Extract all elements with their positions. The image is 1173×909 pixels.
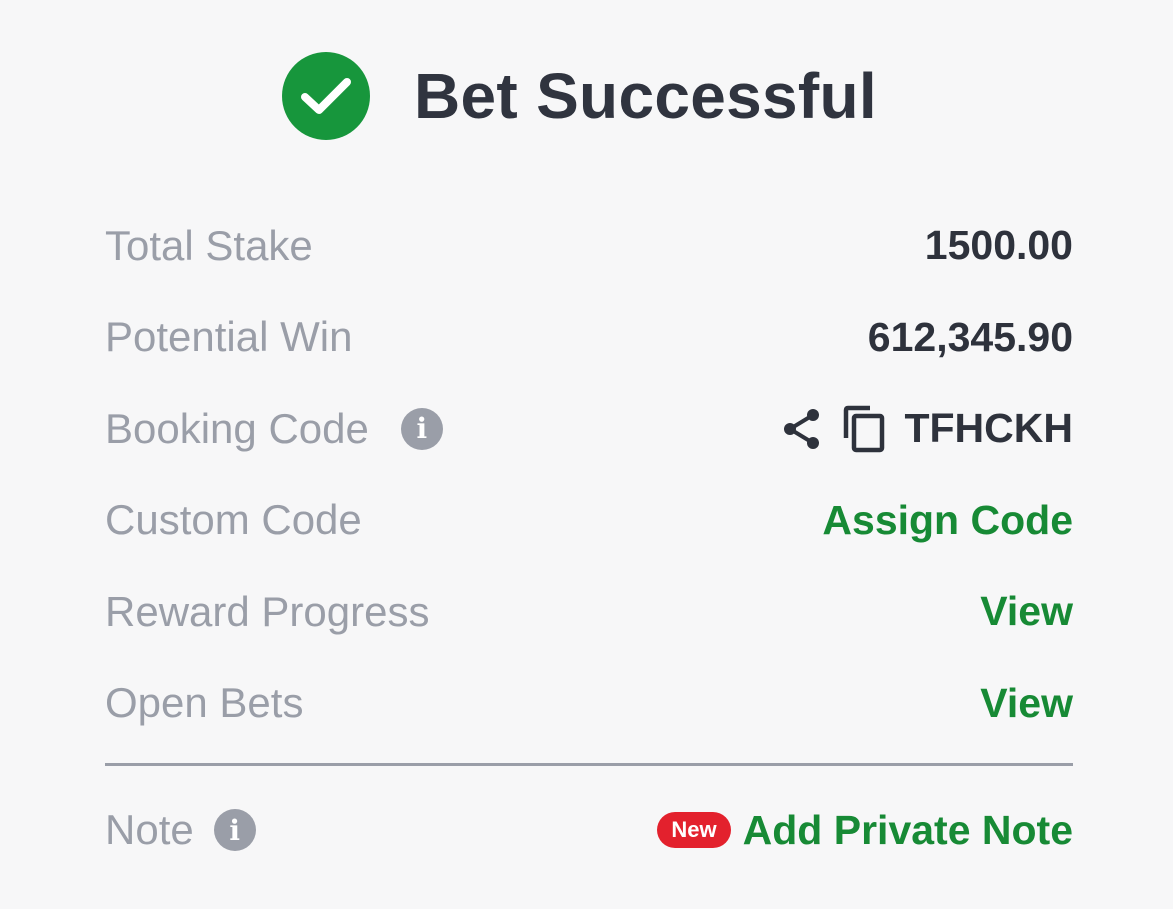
share-icon[interactable]: [780, 407, 824, 451]
booking-code-label-group: Booking Code i: [105, 405, 443, 453]
page-title: Bet Successful: [413, 60, 878, 132]
row-open-bets: Open Bets View: [105, 658, 1073, 750]
bet-success-header: Bet Successful: [0, 50, 1173, 142]
new-badge: New: [657, 812, 731, 848]
open-bets-label: Open Bets: [105, 679, 304, 727]
note-label-group: Note i: [105, 806, 256, 854]
row-reward-progress: Reward Progress View: [105, 566, 1073, 658]
add-private-note-group[interactable]: New Add Private Note: [657, 807, 1073, 854]
bet-summary: Total Stake 1500.00 Potential Win 612,34…: [105, 200, 1073, 890]
copy-icon[interactable]: [842, 404, 886, 454]
potential-win-label: Potential Win: [105, 313, 353, 361]
divider: [105, 763, 1073, 766]
info-icon[interactable]: i: [213, 809, 256, 851]
assign-code-link[interactable]: Assign Code: [822, 497, 1073, 544]
row-custom-code: Custom Code Assign Code: [105, 475, 1073, 567]
row-note: Note i New Add Private Note: [105, 770, 1073, 890]
booking-code-value-group: TFHCKH: [780, 404, 1073, 454]
reward-progress-label: Reward Progress: [105, 587, 430, 635]
booking-code-label: Booking Code: [105, 404, 369, 452]
note-label: Note: [105, 806, 194, 853]
row-total-stake: Total Stake 1500.00: [105, 200, 1073, 292]
open-bets-view-link[interactable]: View: [980, 680, 1073, 727]
booking-code-value[interactable]: TFHCKH: [904, 405, 1073, 452]
add-private-note-link[interactable]: Add Private Note: [743, 807, 1073, 854]
total-stake-value: 1500.00: [924, 222, 1073, 269]
custom-code-label: Custom Code: [105, 496, 362, 544]
total-stake-label: Total Stake: [105, 221, 313, 269]
potential-win-value: 612,345.90: [867, 313, 1073, 360]
reward-progress-view-link[interactable]: View: [980, 588, 1073, 635]
info-icon[interactable]: i: [400, 407, 443, 450]
row-booking-code: Booking Code i TFHCKH: [105, 383, 1073, 475]
row-potential-win: Potential Win 612,345.90: [105, 292, 1073, 384]
check-circle-icon: [281, 52, 370, 140]
